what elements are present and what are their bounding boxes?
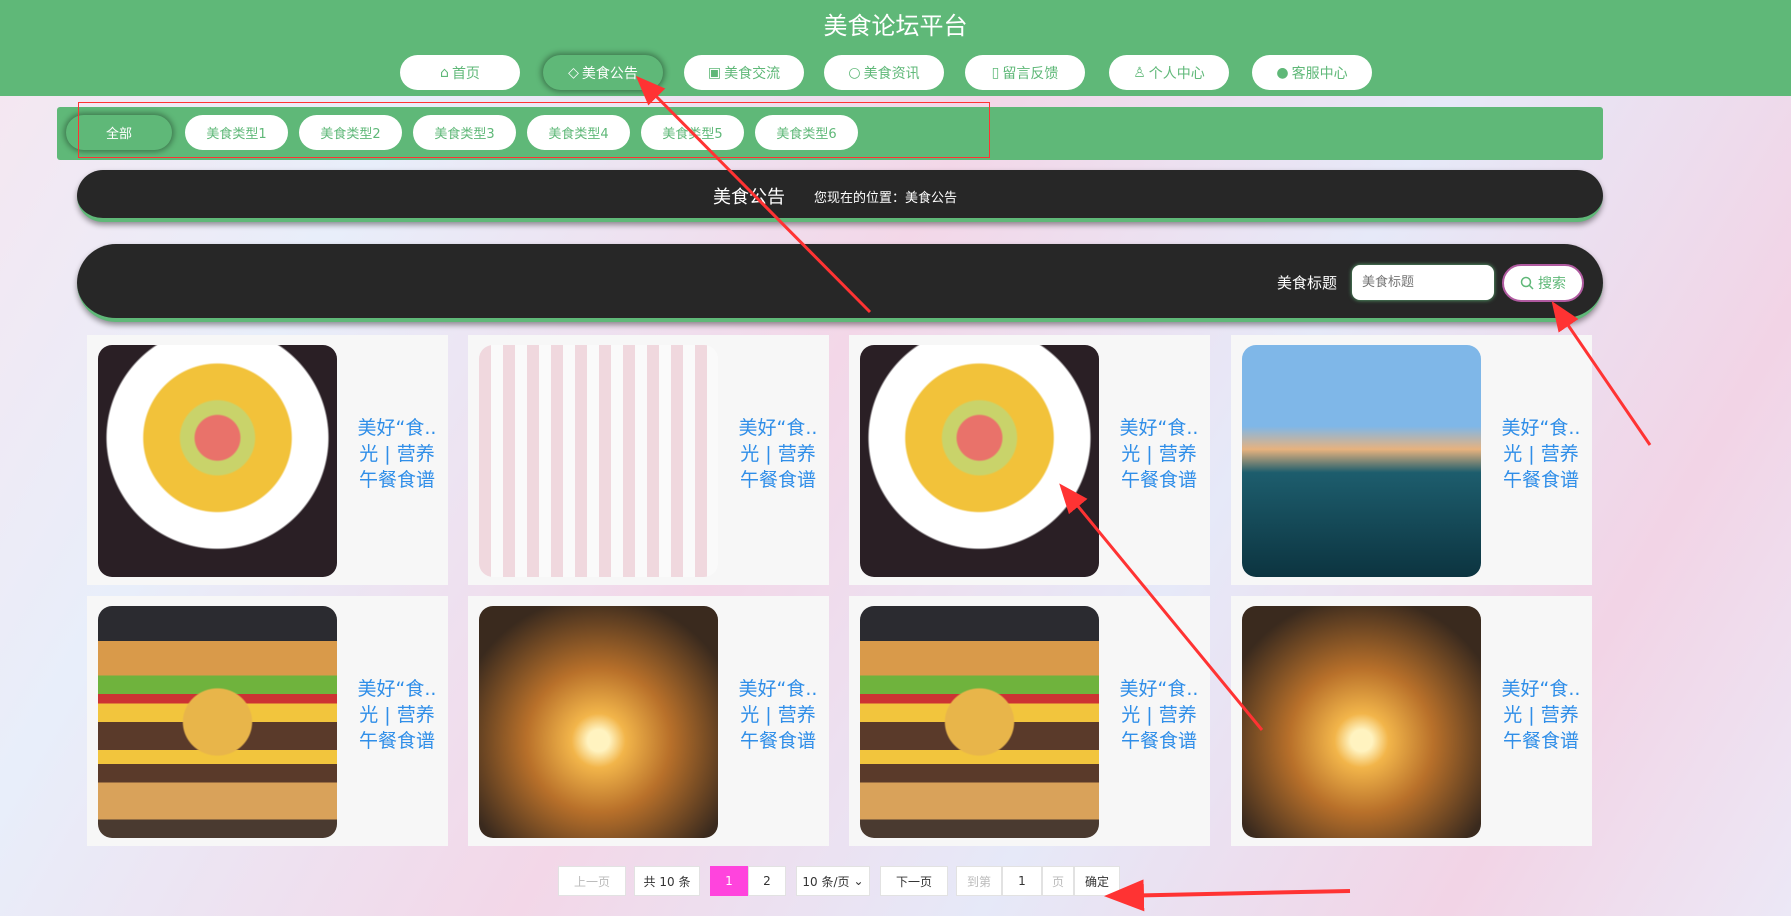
annotation-box [78,102,990,158]
goto-label: 到第 [956,866,1002,896]
page-unit: 页 [1042,866,1074,896]
card[interactable]: 美好“食..光 | 营养午餐食谱 [87,335,448,585]
header: 美食论坛平台 ⌂ 首页 ◇ 美食公告 ▣ 美食交流 ○ 美食资讯 ▯ 留言反馈 ♙ 个人中心 ● 客服中心 [0,0,1791,96]
confirm-button[interactable]: 确定 [1074,866,1120,896]
card[interactable]: 美好“食..光 | 营养午餐食谱 [1231,335,1592,585]
nav-item-label: 美食资讯 [863,65,920,82]
card[interactable]: 美好“食..光 | 营养午餐食谱 [468,335,829,585]
nav-item[interactable]: ▯ 留言反馈 [965,55,1085,90]
nav-item-label: 首页 [451,65,480,82]
card-title[interactable]: 美好“食..光 | 营养午餐食谱 [1115,415,1203,493]
nav-item-label: 美食公告 [581,65,638,82]
search-input[interactable] [1352,265,1494,300]
card-title[interactable]: 美好“食..光 | 营养午餐食谱 [1497,676,1585,754]
card-image[interactable] [98,606,337,838]
nav-item-label: 美食交流 [724,65,781,82]
card-image[interactable] [479,345,718,577]
card[interactable]: 美好“食..光 | 营养午餐食谱 [1231,596,1592,846]
card-title[interactable]: 美好“食..光 | 营养午餐食谱 [1115,676,1203,754]
nav-item[interactable]: ○ 美食资讯 [824,55,944,90]
nav-item[interactable]: ♙ 个人中心 [1109,55,1229,90]
note-icon: ▯ [991,64,1000,81]
site-title: 美食论坛平台 [823,12,968,40]
card[interactable]: 美好“食..光 | 营养午餐食谱 [849,335,1210,585]
gift-icon: ▣ [707,64,722,81]
card[interactable]: 美好“食..光 | 营养午餐食谱 [468,596,829,846]
nav-item[interactable]: ▣ 美食交流 [684,55,804,90]
card-title[interactable]: 美好“食..光 | 营养午餐食谱 [734,676,822,754]
nav-item-label: 个人中心 [1148,65,1205,82]
page-1[interactable]: 1 [710,866,748,896]
breadcrumb-bar: 美食公告 您现在的位置：美食公告 [77,170,1603,222]
goto-page-input[interactable]: 1 [1002,866,1042,896]
user-icon: ♙ [1133,64,1146,81]
nav-item[interactable]: ● 客服中心 [1252,55,1372,90]
card-image[interactable] [860,606,1099,838]
home-icon: ⌂ [440,64,449,81]
nav-item-label: 留言反馈 [1002,65,1059,82]
chat-icon: ○ [848,64,861,81]
search-bar: 美食标题 搜索 [77,244,1603,322]
wechat-icon: ● [1276,64,1289,81]
total-count: 共 10 条 [634,866,700,896]
card-image[interactable] [479,606,718,838]
prev-page-button[interactable]: 上一页 [558,866,626,896]
card-image[interactable] [1242,345,1481,577]
nav-item[interactable]: ◇ 美食公告 [543,55,663,90]
card-image[interactable] [1242,606,1481,838]
card[interactable]: 美好“食..光 | 营养午餐食谱 [87,596,448,846]
card-title[interactable]: 美好“食..光 | 营养午餐食谱 [1497,415,1585,493]
nav-item-label: 客服中心 [1291,65,1348,82]
breadcrumb: 您现在的位置：美食公告 [814,191,958,206]
page-size-value: 10 条/页 [802,874,850,889]
nav-item[interactable]: ⌂ 首页 [400,55,520,90]
page-size-select[interactable]: 10 条/页 ⌄ [796,866,870,896]
search-button-label: 搜索 [1538,276,1566,292]
card-image[interactable] [860,345,1099,577]
annotation-arrow [1104,879,1351,912]
search-icon [1520,276,1534,290]
card-title[interactable]: 美好“食..光 | 营养午餐食谱 [734,415,822,493]
tag-icon: ◇ [568,64,579,81]
search-button[interactable]: 搜索 [1502,264,1584,302]
card-image[interactable] [98,345,337,577]
card-title[interactable]: 美好“食..光 | 营养午餐食谱 [353,676,441,754]
page-title: 美食公告 [713,187,785,208]
card[interactable]: 美好“食..光 | 营养午餐食谱 [849,596,1210,846]
chevron-down-icon: ⌄ [853,874,864,888]
card-title[interactable]: 美好“食..光 | 营养午餐食谱 [353,415,441,493]
page-2[interactable]: 2 [748,866,786,896]
next-page-button[interactable]: 下一页 [880,866,948,896]
search-label: 美食标题 [1277,274,1338,292]
